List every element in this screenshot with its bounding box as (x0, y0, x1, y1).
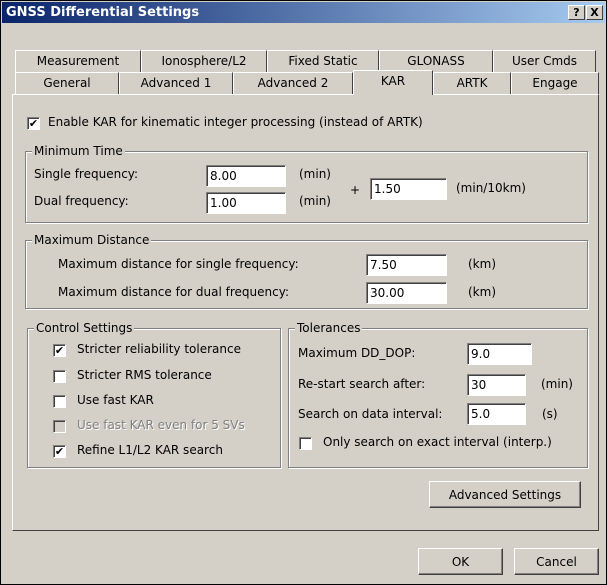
maximum-distance-legend: Maximum Distance (32, 233, 152, 247)
use-fast-kar-label: Use fast KAR (77, 393, 154, 407)
minimum-time-legend: Minimum Time (32, 144, 125, 158)
plus-sign: + (350, 183, 361, 197)
fast-kar-5svs-label: Use fast KAR even for 5 SVs (77, 418, 245, 432)
tab-kar[interactable]: KAR (353, 70, 433, 95)
advanced-settings-button[interactable]: Advanced Settings (429, 481, 581, 508)
single-frequency-label: Single frequency: (34, 167, 139, 181)
dialog-window: GNSS Differential Settings ? X Measureme… (0, 0, 607, 585)
dual-frequency-label: Dual frequency: (34, 194, 129, 208)
max-distance-single-input[interactable] (366, 254, 447, 276)
tab-user-cmds[interactable]: User Cmds (493, 50, 596, 72)
restart-search-input[interactable] (467, 374, 526, 396)
enable-kar-checkbox[interactable]: ✔ (27, 117, 40, 130)
stricter-reliability-checkbox[interactable]: ✔ (53, 344, 66, 357)
dd-dop-input[interactable] (467, 343, 532, 365)
tab-advanced-1[interactable]: Advanced 1 (119, 72, 233, 94)
single-frequency-time-unit: (min) (299, 167, 331, 181)
help-button[interactable]: ? (568, 5, 585, 20)
stricter-rms-checkbox[interactable] (53, 370, 66, 383)
control-settings-legend: Control Settings (34, 321, 135, 335)
dual-frequency-time-input[interactable] (206, 192, 286, 214)
restart-search-label: Re-start search after: (298, 377, 426, 391)
tab-advanced-2[interactable]: Advanced 2 (233, 72, 353, 94)
window-title: GNSS Differential Settings (6, 5, 200, 20)
refine-l1l2-label: Refine L1/L2 KAR search (77, 443, 223, 457)
data-interval-unit: (s) (542, 407, 558, 421)
data-interval-label: Search on data interval: (298, 407, 443, 421)
dd-dop-label: Maximum DD_DOP: (298, 346, 416, 360)
exact-interval-label: Only search on exact interval (interp.) (323, 435, 552, 449)
tab-fixed-static[interactable]: Fixed Static (267, 50, 379, 72)
single-frequency-time-input[interactable] (206, 165, 286, 187)
title-bar: GNSS Differential Settings (2, 2, 605, 23)
max-distance-single-unit: (km) (468, 257, 497, 271)
per-distance-time-input[interactable] (370, 178, 447, 200)
tab-ionosphere-l2[interactable]: Ionosphere/L2 (141, 50, 267, 72)
max-distance-dual-unit: (km) (468, 285, 497, 299)
dual-frequency-time-unit: (min) (299, 194, 331, 208)
tab-engage[interactable]: Engage (511, 72, 599, 94)
restart-search-unit: (min) (541, 377, 573, 391)
stricter-rms-label: Stricter RMS tolerance (77, 368, 212, 382)
close-button[interactable]: X (586, 5, 603, 20)
tab-measurement[interactable]: Measurement (15, 50, 141, 72)
per-distance-time-unit: (min/10km) (456, 181, 526, 195)
max-distance-dual-input[interactable] (366, 282, 447, 304)
exact-interval-checkbox[interactable] (299, 437, 312, 450)
cancel-button[interactable]: Cancel (514, 548, 599, 575)
tab-glonass[interactable]: GLONASS (379, 50, 493, 72)
max-distance-single-label: Maximum distance for single frequency: (58, 257, 299, 271)
refine-l1l2-checkbox[interactable]: ✔ (53, 445, 66, 458)
fast-kar-5svs-checkbox (53, 420, 66, 433)
use-fast-kar-checkbox[interactable] (53, 395, 66, 408)
tolerances-legend: Tolerances (295, 321, 363, 335)
tab-general[interactable]: General (15, 72, 119, 94)
max-distance-dual-label: Maximum distance for dual frequency: (58, 285, 289, 299)
stricter-reliability-label: Stricter reliability tolerance (77, 342, 241, 356)
enable-kar-label: Enable KAR for kinematic integer process… (48, 115, 423, 129)
ok-button[interactable]: OK (418, 548, 503, 575)
tab-artk[interactable]: ARTK (433, 72, 511, 94)
data-interval-input[interactable] (467, 403, 526, 425)
